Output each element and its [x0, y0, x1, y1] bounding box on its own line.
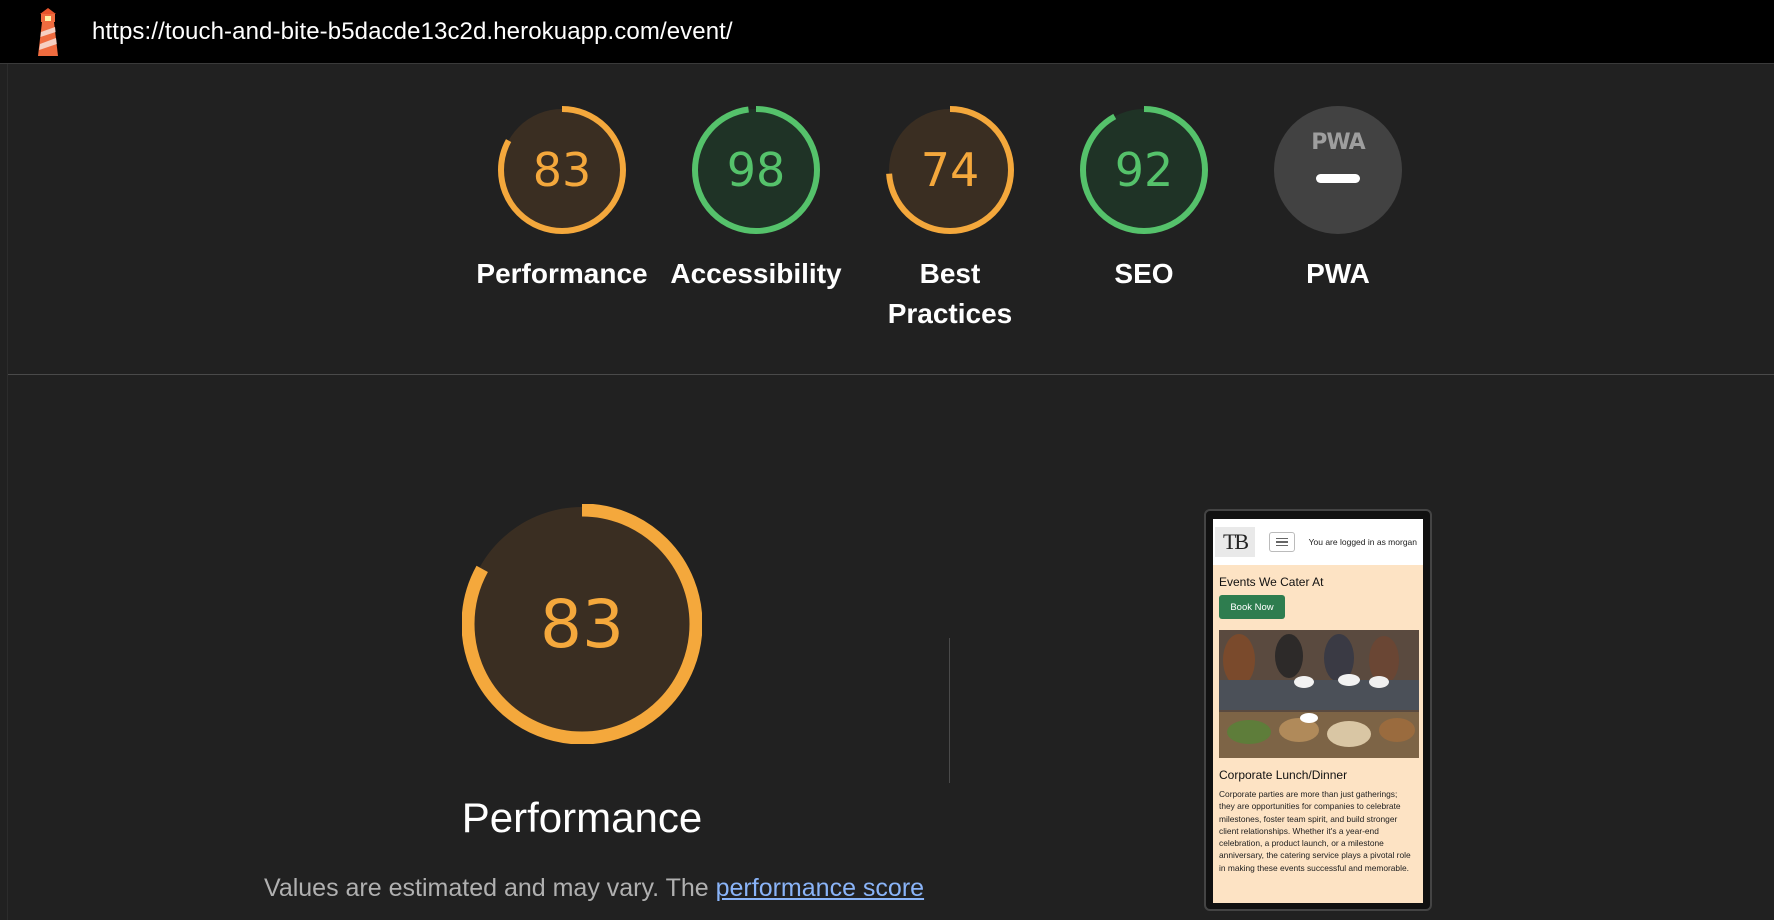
performance-title: Performance [461, 794, 703, 841]
main-score: 83 [540, 586, 624, 663]
report-header: https://touch-and-bite-b5dacde13c2d.hero… [0, 0, 1774, 64]
gauge-accessibility[interactable]: 98 Accessibility [666, 104, 846, 294]
catering-photo-image [1219, 630, 1419, 758]
section-divider [8, 374, 1774, 375]
performance-main-gauge: 83 [462, 504, 702, 744]
pwa-badge-text: PWA [1311, 130, 1365, 155]
gauge-score: 74 [921, 143, 980, 197]
pwa-badge-icon: PWA [1274, 106, 1402, 234]
gauge-best-practices[interactable]: 74 Best Practices [860, 104, 1040, 334]
gauge-label: SEO [1114, 258, 1174, 289]
corporate-heading: Corporate Lunch/Dinner [1219, 768, 1348, 782]
hamburger-menu-icon [1269, 532, 1295, 552]
gauge-score: 92 [1115, 143, 1174, 197]
gauge-performance[interactable]: 83 Performance [472, 104, 652, 294]
corporate-text: Corporate parties are more than just gat… [1219, 789, 1411, 873]
gauge-ring: 74 [886, 106, 1014, 234]
gauge-seo[interactable]: 92 SEO [1054, 104, 1234, 294]
logged-in-text: You are logged in as morgan [1308, 537, 1417, 547]
report-url[interactable]: https://touch-and-bite-b5dacde13c2d.hero… [92, 18, 733, 46]
final-screenshot[interactable]: TB You are logged in as morgan Events We… [1204, 509, 1432, 911]
site-navbar: TB You are logged in as morgan [1213, 519, 1423, 565]
gauge-ring: 83 [498, 106, 626, 234]
gauge-label: Performance [476, 258, 648, 289]
site-logo: TB [1215, 527, 1255, 557]
catering-photo [1219, 630, 1419, 758]
lighthouse-logo-icon [38, 7, 58, 56]
performance-score-link[interactable]: performance score [716, 874, 924, 902]
gauge-ring: 98 [692, 106, 820, 234]
gauge-score: 98 [727, 143, 786, 197]
gauge-score: 83 [533, 143, 592, 197]
screenshot-screen: TB You are logged in as morgan Events We… [1213, 519, 1423, 903]
gauge-label: PWA [1306, 258, 1370, 289]
book-now-button: Book Now [1219, 595, 1285, 619]
gauge-label: Best Practices [887, 258, 1013, 329]
gauge-label: Accessibility [670, 258, 842, 289]
gauge-ring: 92 [1080, 106, 1208, 234]
description-text: Values are estimated and may vary. The [264, 874, 709, 902]
gauge-pwa[interactable]: PWA PWA [1248, 104, 1428, 294]
events-heading: Events We Cater At [1219, 575, 1324, 589]
performance-description: Values are estimated and may vary. The p… [264, 874, 924, 903]
category-gauges: 83 Performance 98 Accessibility 74 Best … [0, 104, 1774, 344]
vertical-divider [949, 638, 950, 783]
